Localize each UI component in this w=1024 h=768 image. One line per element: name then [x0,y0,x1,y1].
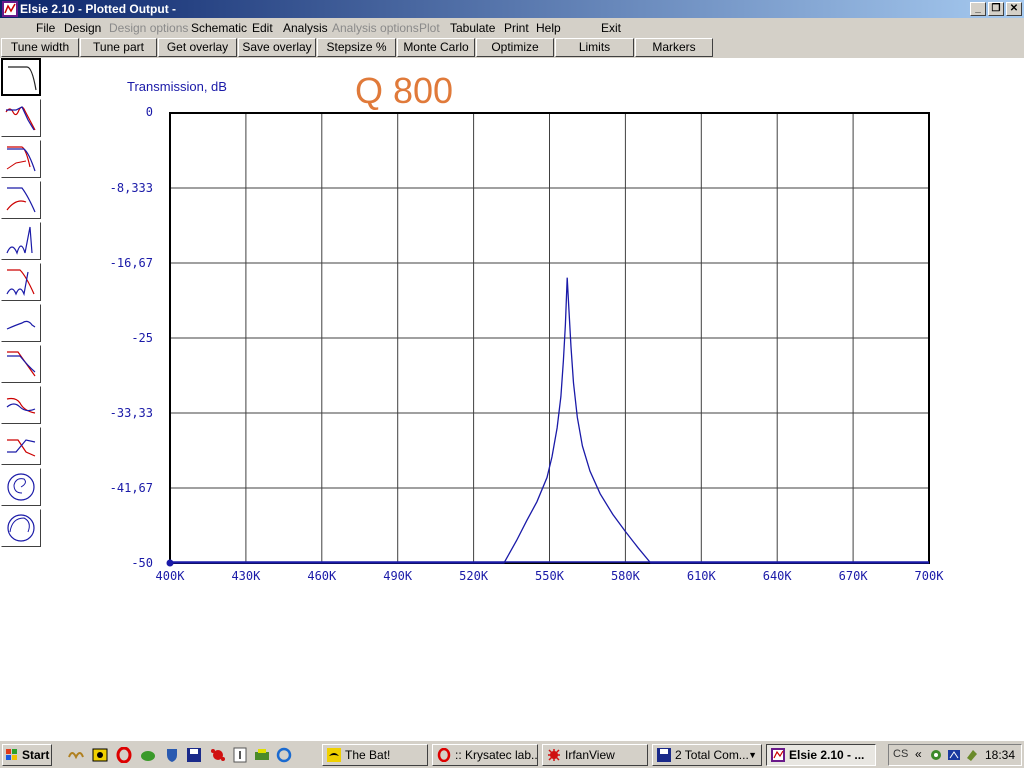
printer-icon[interactable] [254,747,270,763]
task-label: The Bat! [345,748,391,762]
x-tick-label: 700K [915,569,945,583]
splat-icon[interactable] [210,747,226,763]
y-tick-label: -25 [131,331,153,345]
task-label: IrfanView [565,748,615,762]
opera-icon [437,748,451,762]
tray-battery-icon[interactable] [965,748,979,762]
info-icon[interactable] [232,747,248,763]
start-button[interactable]: Start [2,744,52,766]
y-tick-label: -50 [131,556,153,570]
winamp-icon[interactable] [68,747,84,763]
x-tick-label: 490K [383,569,413,583]
x-tick-label: 460K [307,569,337,583]
system-tray: CS « 18:34 [888,744,1022,766]
floppy-icon [657,748,671,762]
tray-gear-icon[interactable] [929,748,943,762]
group-arrow-icon: ▼ [748,750,757,760]
task-label: 2 Total Com... [675,748,749,762]
elsie-icon [771,748,785,762]
taskbar: Start The Bat! :: Krysatec lab... IrfanV… [0,740,1024,768]
task-elsie[interactable]: Elsie 2.10 - ... [766,744,876,766]
x-tick-label: 640K [763,569,793,583]
frog-icon[interactable] [140,747,156,763]
task-label: :: Krysatec lab... [455,748,538,762]
media-icon[interactable] [92,747,108,763]
opera-icon[interactable] [116,747,132,763]
task-label: Elsie 2.10 - ... [789,748,865,762]
task-irfanview[interactable]: IrfanView [542,744,648,766]
x-tick-label: 610K [687,569,717,583]
x-tick-label: 430K [231,569,261,583]
windows-flag-icon [6,749,17,760]
y-tick-label: -41,67 [110,481,153,495]
tray-network-icon[interactable] [947,748,961,762]
task-the-bat[interactable]: The Bat! [322,744,428,766]
tray-expand-icon[interactable]: « [915,747,922,761]
x-tick-label: 550K [535,569,565,583]
floppy-icon[interactable] [186,747,202,763]
series-start-marker [166,559,174,567]
x-tick-label: 400K [156,569,186,583]
task-total-commander[interactable]: 2 Total Com... ▼ [652,744,762,766]
x-tick-label: 580K [611,569,641,583]
tray-language[interactable]: CS [893,748,908,760]
clock: 18:34 [984,748,1015,762]
x-tick-label: 670K [839,569,869,583]
bat-icon [327,748,341,762]
y-tick-label: -33,33 [110,406,153,420]
y-tick-label: -8,333 [110,181,153,195]
task-krysatec[interactable]: :: Krysatec lab... [432,744,538,766]
irfanview-icon [548,749,560,761]
y-tick-label: -16,67 [110,256,153,270]
shield-icon[interactable] [164,747,180,763]
y-tick-label: 0 [146,105,153,119]
ie-icon[interactable] [276,747,292,763]
start-label: Start [22,748,50,762]
transmission-plot[interactable]: 400K 430K 460K 490K 520K 550K 580K 610K 640K 670K… [0,0,1024,740]
x-tick-label: 520K [459,569,489,583]
